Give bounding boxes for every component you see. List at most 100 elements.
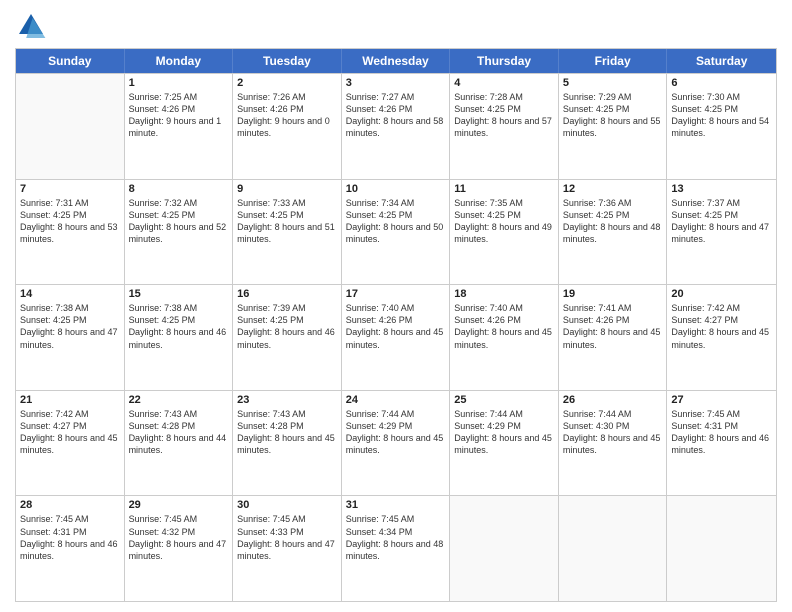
day-info: Sunrise: 7:40 AM Sunset: 4:26 PM Dayligh…	[454, 302, 554, 351]
day-info: Sunrise: 7:33 AM Sunset: 4:25 PM Dayligh…	[237, 197, 337, 246]
header-day-saturday: Saturday	[667, 49, 776, 73]
calendar-week-1: 1 Sunrise: 7:25 AM Sunset: 4:26 PM Daylig…	[16, 73, 776, 179]
header-day-tuesday: Tuesday	[233, 49, 342, 73]
day-number: 19	[563, 288, 663, 300]
day-info: Sunrise: 7:44 AM Sunset: 4:30 PM Dayligh…	[563, 408, 663, 457]
calendar-day-10: 10Sunrise: 7:34 AM Sunset: 4:25 PM Dayli…	[342, 180, 451, 285]
calendar-day-25: 25 Sunrise: 7:44 AM Sunset: 4:29 PM Dayli…	[450, 391, 559, 496]
calendar-day-16: 16 Sunrise: 7:39 AM Sunset: 4:25 PM Dayli…	[233, 285, 342, 390]
day-number: 16	[237, 288, 337, 300]
day-info: Sunrise: 7:30 AM Sunset: 4:25 PM Dayligh…	[671, 91, 772, 140]
calendar-day-27: 27Sunrise: 7:45 AM Sunset: 4:31 PM Dayli…	[667, 391, 776, 496]
day-number: 30	[237, 499, 337, 511]
day-info: Sunrise: 7:34 AM Sunset: 4:25 PM Dayligh…	[346, 197, 446, 246]
calendar-day-18: 18Sunrise: 7:40 AM Sunset: 4:26 PM Dayli…	[450, 285, 559, 390]
calendar-body: 1 Sunrise: 7:25 AM Sunset: 4:26 PM Daylig…	[16, 73, 776, 601]
day-info: Sunrise: 7:29 AM Sunset: 4:25 PM Dayligh…	[563, 91, 663, 140]
day-number: 25	[454, 394, 554, 406]
header	[15, 10, 777, 42]
day-info: Sunrise: 7:43 AM Sunset: 4:28 PM Dayligh…	[129, 408, 229, 457]
logo-icon	[15, 10, 47, 42]
day-info: Sunrise: 7:45 AM Sunset: 4:31 PM Dayligh…	[671, 408, 772, 457]
calendar-header: SundayMondayTuesdayWednesdayThursdayFrid…	[16, 49, 776, 73]
day-info: Sunrise: 7:45 AM Sunset: 4:31 PM Dayligh…	[20, 513, 120, 562]
day-info: Sunrise: 7:41 AM Sunset: 4:26 PM Dayligh…	[563, 302, 663, 351]
day-info: Sunrise: 7:36 AM Sunset: 4:25 PM Dayligh…	[563, 197, 663, 246]
header-day-friday: Friday	[559, 49, 668, 73]
page: SundayMondayTuesdayWednesdayThursdayFrid…	[0, 0, 792, 612]
day-number: 17	[346, 288, 446, 300]
calendar: SundayMondayTuesdayWednesdayThursdayFrid…	[15, 48, 777, 602]
header-day-thursday: Thursday	[450, 49, 559, 73]
day-number: 3	[346, 77, 446, 89]
calendar-day-5: 5 Sunrise: 7:29 AM Sunset: 4:25 PM Daylig…	[559, 74, 668, 179]
calendar-week-4: 21 Sunrise: 7:42 AM Sunset: 4:27 PM Dayli…	[16, 390, 776, 496]
day-number: 14	[20, 288, 120, 300]
calendar-week-5: 28Sunrise: 7:45 AM Sunset: 4:31 PM Dayli…	[16, 495, 776, 601]
calendar-day-29: 29Sunrise: 7:45 AM Sunset: 4:32 PM Dayli…	[125, 496, 234, 601]
day-info: Sunrise: 7:45 AM Sunset: 4:33 PM Dayligh…	[237, 513, 337, 562]
calendar-week-2: 7 Sunrise: 7:31 AM Sunset: 4:25 PM Daylig…	[16, 179, 776, 285]
day-info: Sunrise: 7:38 AM Sunset: 4:25 PM Dayligh…	[129, 302, 229, 351]
calendar-day-17: 17 Sunrise: 7:40 AM Sunset: 4:26 PM Dayli…	[342, 285, 451, 390]
day-number: 11	[454, 183, 554, 195]
day-number: 4	[454, 77, 554, 89]
day-info: Sunrise: 7:35 AM Sunset: 4:25 PM Dayligh…	[454, 197, 554, 246]
day-info: Sunrise: 7:28 AM Sunset: 4:25 PM Dayligh…	[454, 91, 554, 140]
day-info: Sunrise: 7:32 AM Sunset: 4:25 PM Dayligh…	[129, 197, 229, 246]
calendar-empty-cell	[450, 496, 559, 601]
day-info: Sunrise: 7:38 AM Sunset: 4:25 PM Dayligh…	[20, 302, 120, 351]
day-number: 23	[237, 394, 337, 406]
calendar-day-31: 31 Sunrise: 7:45 AM Sunset: 4:34 PM Dayli…	[342, 496, 451, 601]
calendar-day-9: 9Sunrise: 7:33 AM Sunset: 4:25 PM Daylig…	[233, 180, 342, 285]
calendar-empty-cell	[559, 496, 668, 601]
header-day-wednesday: Wednesday	[342, 49, 451, 73]
day-info: Sunrise: 7:27 AM Sunset: 4:26 PM Dayligh…	[346, 91, 446, 140]
calendar-day-14: 14 Sunrise: 7:38 AM Sunset: 4:25 PM Dayli…	[16, 285, 125, 390]
calendar-day-24: 24Sunrise: 7:44 AM Sunset: 4:29 PM Dayli…	[342, 391, 451, 496]
calendar-day-3: 3 Sunrise: 7:27 AM Sunset: 4:26 PM Daylig…	[342, 74, 451, 179]
calendar-day-20: 20 Sunrise: 7:42 AM Sunset: 4:27 PM Dayli…	[667, 285, 776, 390]
logo	[15, 10, 51, 42]
calendar-day-12: 12 Sunrise: 7:36 AM Sunset: 4:25 PM Dayli…	[559, 180, 668, 285]
day-number: 24	[346, 394, 446, 406]
day-info: Sunrise: 7:45 AM Sunset: 4:34 PM Dayligh…	[346, 513, 446, 562]
day-number: 12	[563, 183, 663, 195]
calendar-day-11: 11 Sunrise: 7:35 AM Sunset: 4:25 PM Dayli…	[450, 180, 559, 285]
day-info: Sunrise: 7:42 AM Sunset: 4:27 PM Dayligh…	[20, 408, 120, 457]
day-number: 1	[129, 77, 229, 89]
day-number: 13	[671, 183, 772, 195]
calendar-empty-cell	[16, 74, 125, 179]
calendar-day-13: 13Sunrise: 7:37 AM Sunset: 4:25 PM Dayli…	[667, 180, 776, 285]
day-info: Sunrise: 7:39 AM Sunset: 4:25 PM Dayligh…	[237, 302, 337, 351]
day-number: 26	[563, 394, 663, 406]
day-info: Sunrise: 7:43 AM Sunset: 4:28 PM Dayligh…	[237, 408, 337, 457]
day-info: Sunrise: 7:31 AM Sunset: 4:25 PM Dayligh…	[20, 197, 120, 246]
day-number: 8	[129, 183, 229, 195]
calendar-day-22: 22 Sunrise: 7:43 AM Sunset: 4:28 PM Dayli…	[125, 391, 234, 496]
calendar-day-2: 2Sunrise: 7:26 AM Sunset: 4:26 PM Daylig…	[233, 74, 342, 179]
calendar-day-21: 21 Sunrise: 7:42 AM Sunset: 4:27 PM Dayli…	[16, 391, 125, 496]
day-info: Sunrise: 7:44 AM Sunset: 4:29 PM Dayligh…	[454, 408, 554, 457]
day-info: Sunrise: 7:25 AM Sunset: 4:26 PM Dayligh…	[129, 91, 229, 140]
day-number: 6	[671, 77, 772, 89]
day-number: 31	[346, 499, 446, 511]
day-info: Sunrise: 7:40 AM Sunset: 4:26 PM Dayligh…	[346, 302, 446, 351]
calendar-day-6: 6 Sunrise: 7:30 AM Sunset: 4:25 PM Daylig…	[667, 74, 776, 179]
header-day-monday: Monday	[125, 49, 234, 73]
day-number: 20	[671, 288, 772, 300]
calendar-week-3: 14 Sunrise: 7:38 AM Sunset: 4:25 PM Dayli…	[16, 284, 776, 390]
calendar-day-15: 15Sunrise: 7:38 AM Sunset: 4:25 PM Dayli…	[125, 285, 234, 390]
day-number: 21	[20, 394, 120, 406]
calendar-day-26: 26 Sunrise: 7:44 AM Sunset: 4:30 PM Dayli…	[559, 391, 668, 496]
day-number: 7	[20, 183, 120, 195]
day-number: 29	[129, 499, 229, 511]
day-number: 5	[563, 77, 663, 89]
day-info: Sunrise: 7:42 AM Sunset: 4:27 PM Dayligh…	[671, 302, 772, 351]
calendar-day-7: 7 Sunrise: 7:31 AM Sunset: 4:25 PM Daylig…	[16, 180, 125, 285]
day-number: 2	[237, 77, 337, 89]
day-number: 22	[129, 394, 229, 406]
header-day-sunday: Sunday	[16, 49, 125, 73]
calendar-empty-cell	[667, 496, 776, 601]
calendar-day-1: 1 Sunrise: 7:25 AM Sunset: 4:26 PM Daylig…	[125, 74, 234, 179]
